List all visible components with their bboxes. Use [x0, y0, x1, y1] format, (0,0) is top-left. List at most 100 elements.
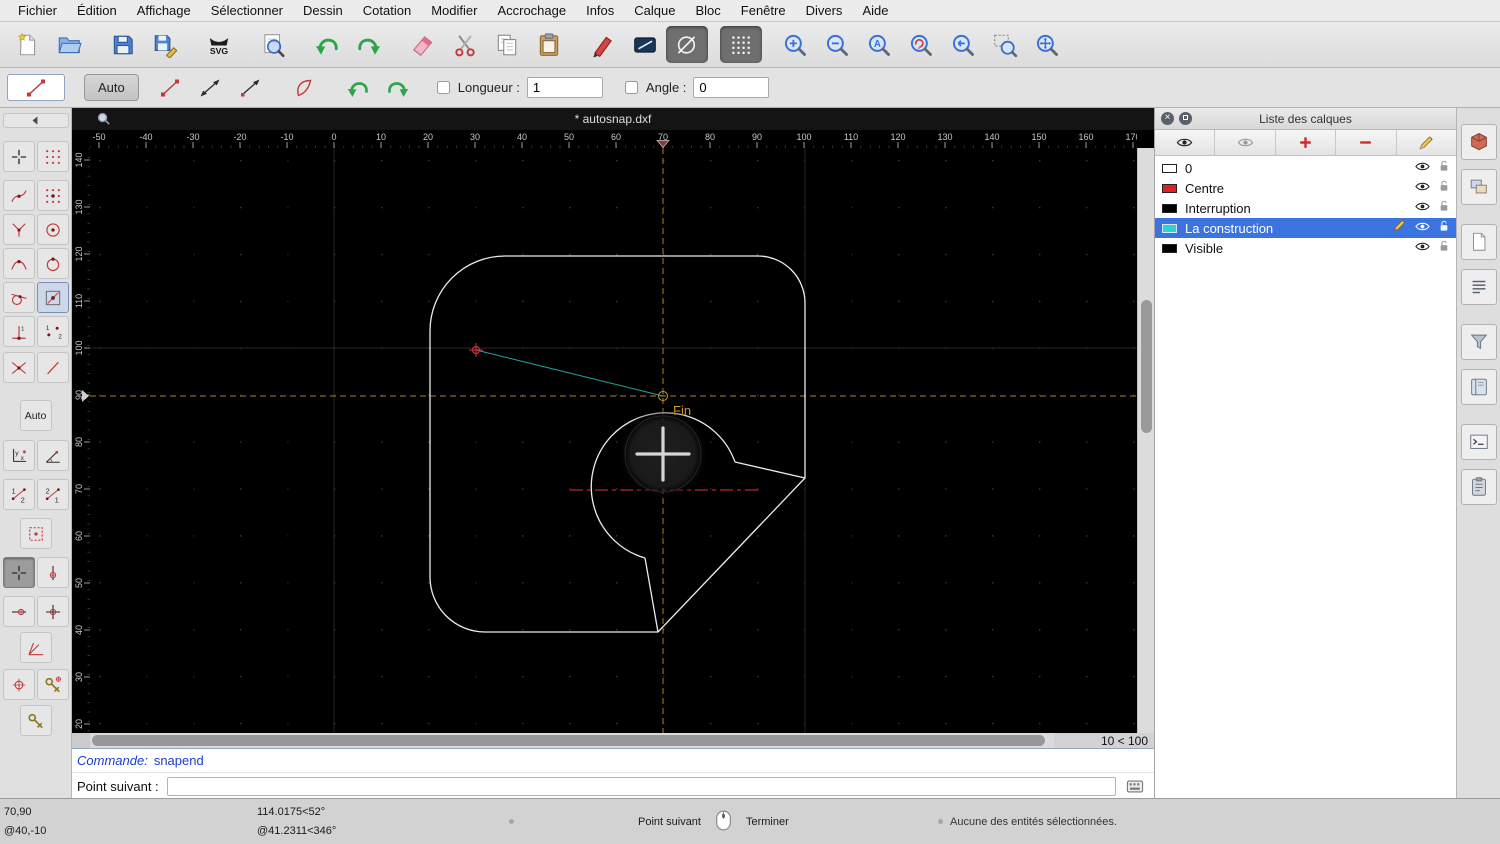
layer-lock-icon[interactable] [1439, 159, 1449, 177]
filter-widget-button[interactable] [1460, 324, 1497, 360]
layer-visibility-icon[interactable] [1415, 179, 1430, 197]
line-tool-indicator[interactable] [7, 74, 65, 101]
restrict-vertical-button[interactable] [36, 557, 69, 588]
entity-list-button[interactable] [1460, 269, 1497, 305]
coordinate-polar-button[interactable] [36, 440, 69, 471]
book-widget-button[interactable] [1460, 369, 1497, 405]
menu-item-aide[interactable]: Aide [852, 3, 898, 18]
print-preview-button[interactable] [252, 26, 294, 63]
select-region-button[interactable] [19, 518, 52, 549]
snap-intersection-button[interactable] [2, 352, 35, 383]
open-file-button[interactable] [48, 26, 90, 63]
clipboard-widget-button[interactable] [1460, 469, 1497, 505]
float-panel-button[interactable] [1179, 112, 1192, 125]
lock-zero-button[interactable] [19, 705, 52, 736]
layer-lock-icon[interactable] [1439, 199, 1449, 217]
layer-row-0[interactable]: 0 [1155, 158, 1456, 178]
zoom-pan-button[interactable] [1026, 26, 1068, 63]
line-angle-button[interactable] [193, 73, 227, 103]
angle-checkbox[interactable] [624, 81, 638, 94]
restrict-orthogonal-button[interactable] [36, 596, 69, 627]
command-options-button[interactable] [1124, 778, 1146, 794]
redo-button[interactable] [348, 26, 390, 63]
vertical-scrollbar-thumb[interactable] [1140, 300, 1152, 433]
command-widget-button[interactable] [1460, 424, 1497, 460]
pen-attributes-button[interactable] [582, 26, 624, 63]
cut-button[interactable] [444, 26, 486, 63]
menu-item-calque[interactable]: Calque [624, 3, 685, 18]
snap-relative-button[interactable] [2, 669, 35, 700]
grid-toggle-button[interactable] [720, 26, 762, 63]
remove-layer-button[interactable] [1336, 130, 1397, 155]
length-checkbox[interactable] [436, 81, 450, 94]
zoom-redraw-button[interactable] [900, 26, 942, 63]
snap-auto-button[interactable]: Auto [19, 400, 52, 431]
menu-item-fichier[interactable]: Fichier [8, 3, 67, 18]
line-horizontal-button[interactable] [233, 73, 267, 103]
divide-1-2-button[interactable]: 12 [2, 479, 35, 510]
layer-visibility-icon[interactable] [1415, 219, 1430, 237]
layer-row-la-construction[interactable]: La construction [1155, 218, 1456, 238]
line-two-points-button[interactable] [153, 73, 187, 103]
snap-points-button[interactable] [36, 180, 69, 211]
zoom-out-button[interactable] [816, 26, 858, 63]
snap-grid-red-button[interactable] [36, 141, 69, 172]
restrict-horizontal-button[interactable] [2, 596, 35, 627]
layer-row-visible[interactable]: Visible [1155, 238, 1456, 258]
snap-perpendicular-button[interactable]: 1 [2, 316, 35, 347]
zoom-previous-button[interactable] [942, 26, 984, 63]
copy-button[interactable] [486, 26, 528, 63]
restrict-undo-button[interactable] [341, 73, 375, 103]
edit-layer-button[interactable] [1397, 130, 1456, 155]
menu-item-divers[interactable]: Divers [796, 3, 853, 18]
restrict-redo-button[interactable] [381, 73, 415, 103]
restrict-off-button[interactable] [36, 352, 69, 383]
menu-item-edition[interactable]: Édition [67, 3, 127, 18]
menu-item-cotation[interactable]: Cotation [353, 3, 421, 18]
menu-item-selectionner[interactable]: Sélectionner [201, 3, 293, 18]
command-input[interactable] [166, 776, 1116, 796]
snap-tangent-button[interactable] [2, 282, 35, 313]
horizontal-scrollbar-thumb[interactable] [92, 735, 1045, 746]
snap-distance-button[interactable] [36, 248, 69, 279]
menu-item-fenetre[interactable]: Fenêtre [731, 3, 796, 18]
restrict-nothing-button[interactable] [2, 557, 35, 588]
lock-relative-zero-button[interactable] [36, 669, 69, 700]
crosshair-mode-button[interactable] [2, 141, 35, 172]
menu-item-accrochage[interactable]: Accrochage [487, 3, 576, 18]
svg-export-button[interactable]: SVG [198, 26, 240, 63]
snap-middle-button[interactable] [36, 282, 69, 313]
layer-row-centre[interactable]: Centre [1155, 178, 1456, 198]
layer-lock-icon[interactable] [1439, 219, 1449, 237]
block-widget-button[interactable] [1460, 124, 1497, 160]
angle-input[interactable] [693, 77, 770, 98]
save-as-button[interactable] [144, 26, 186, 63]
length-input[interactable] [526, 77, 603, 98]
freeze-all-button[interactable] [1215, 130, 1276, 155]
zoom-window-button[interactable] [984, 26, 1026, 63]
layer-lock-icon[interactable] [1439, 179, 1449, 197]
layer-edit-pencil-icon[interactable] [1393, 219, 1406, 237]
paste-button[interactable] [528, 26, 570, 63]
layer-visibility-icon[interactable] [1415, 159, 1430, 177]
document-titlebar[interactable]: * autosnap.dxf [72, 108, 1154, 130]
save-button[interactable] [102, 26, 144, 63]
add-layer-button[interactable] [1276, 130, 1337, 155]
zoom-in-button[interactable] [774, 26, 816, 63]
horizontal-scrollbar[interactable] [90, 733, 1054, 748]
drawing-canvas[interactable]: Fin [90, 148, 1137, 733]
polyline-button[interactable] [287, 73, 321, 103]
menu-item-dessin[interactable]: Dessin [293, 3, 353, 18]
layer-visibility-icon[interactable] [1415, 199, 1430, 217]
draw-circle-button[interactable] [666, 26, 708, 63]
layer-visibility-icon[interactable] [1415, 239, 1430, 257]
snap-on-entity-button[interactable] [2, 248, 35, 279]
menu-item-modifier[interactable]: Modifier [421, 3, 487, 18]
zoom-auto-button[interactable]: A [858, 26, 900, 63]
menu-item-affichage[interactable]: Affichage [127, 3, 201, 18]
close-panel-button[interactable]: × [1161, 112, 1174, 125]
vertical-scrollbar[interactable] [1137, 148, 1154, 733]
coordinate-xy-button[interactable]: yx [2, 440, 35, 471]
snap-free-button[interactable] [2, 180, 35, 211]
menu-item-infos[interactable]: Infos [576, 3, 624, 18]
